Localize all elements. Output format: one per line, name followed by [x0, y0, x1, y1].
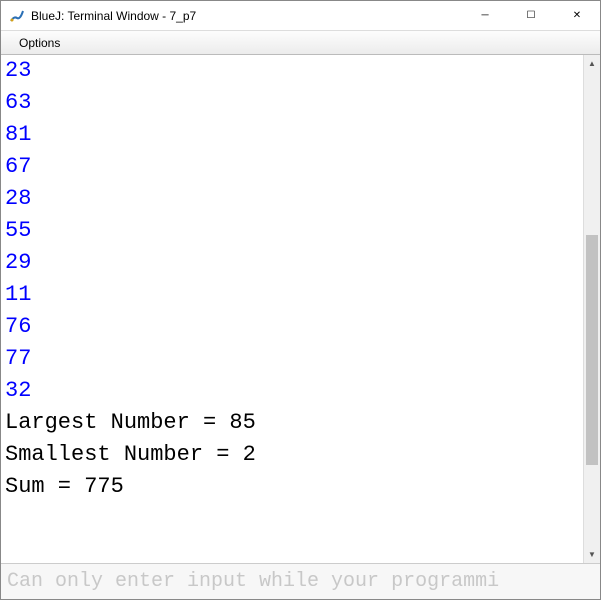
terminal-line: 67 [5, 151, 579, 183]
terminal-container: 2363816728552911767732Largest Number = 8… [1, 55, 600, 563]
scroll-up-arrow[interactable]: ▲ [584, 55, 600, 72]
minimize-button[interactable]: ─ [462, 1, 508, 30]
terminal-line: 76 [5, 311, 579, 343]
terminal-line: 77 [5, 343, 579, 375]
terminal-output[interactable]: 2363816728552911767732Largest Number = 8… [1, 55, 583, 563]
terminal-line: 63 [5, 87, 579, 119]
close-button[interactable]: ✕ [554, 1, 600, 30]
vertical-scrollbar[interactable]: ▲ ▼ [583, 55, 600, 563]
terminal-line: Sum = 775 [5, 471, 579, 503]
terminal-line: 23 [5, 55, 579, 87]
maximize-button[interactable]: ☐ [508, 1, 554, 30]
scroll-thumb[interactable] [586, 235, 598, 465]
scroll-down-arrow[interactable]: ▼ [584, 546, 600, 563]
terminal-line: 32 [5, 375, 579, 407]
terminal-line: 11 [5, 279, 579, 311]
terminal-line: 29 [5, 247, 579, 279]
terminal-line: 28 [5, 183, 579, 215]
window-title: BlueJ: Terminal Window - 7_p7 [31, 9, 462, 23]
terminal-line: 81 [5, 119, 579, 151]
terminal-line: Smallest Number = 2 [5, 439, 579, 471]
terminal-line: Largest Number = 85 [5, 407, 579, 439]
menubar: Options [1, 31, 600, 55]
app-icon [9, 8, 25, 24]
window-controls: ─ ☐ ✕ [462, 1, 600, 30]
terminal-line: 55 [5, 215, 579, 247]
menu-options[interactable]: Options [11, 34, 68, 52]
terminal-input[interactable]: Can only enter input while your programm… [1, 563, 600, 599]
titlebar[interactable]: BlueJ: Terminal Window - 7_p7 ─ ☐ ✕ [1, 1, 600, 31]
